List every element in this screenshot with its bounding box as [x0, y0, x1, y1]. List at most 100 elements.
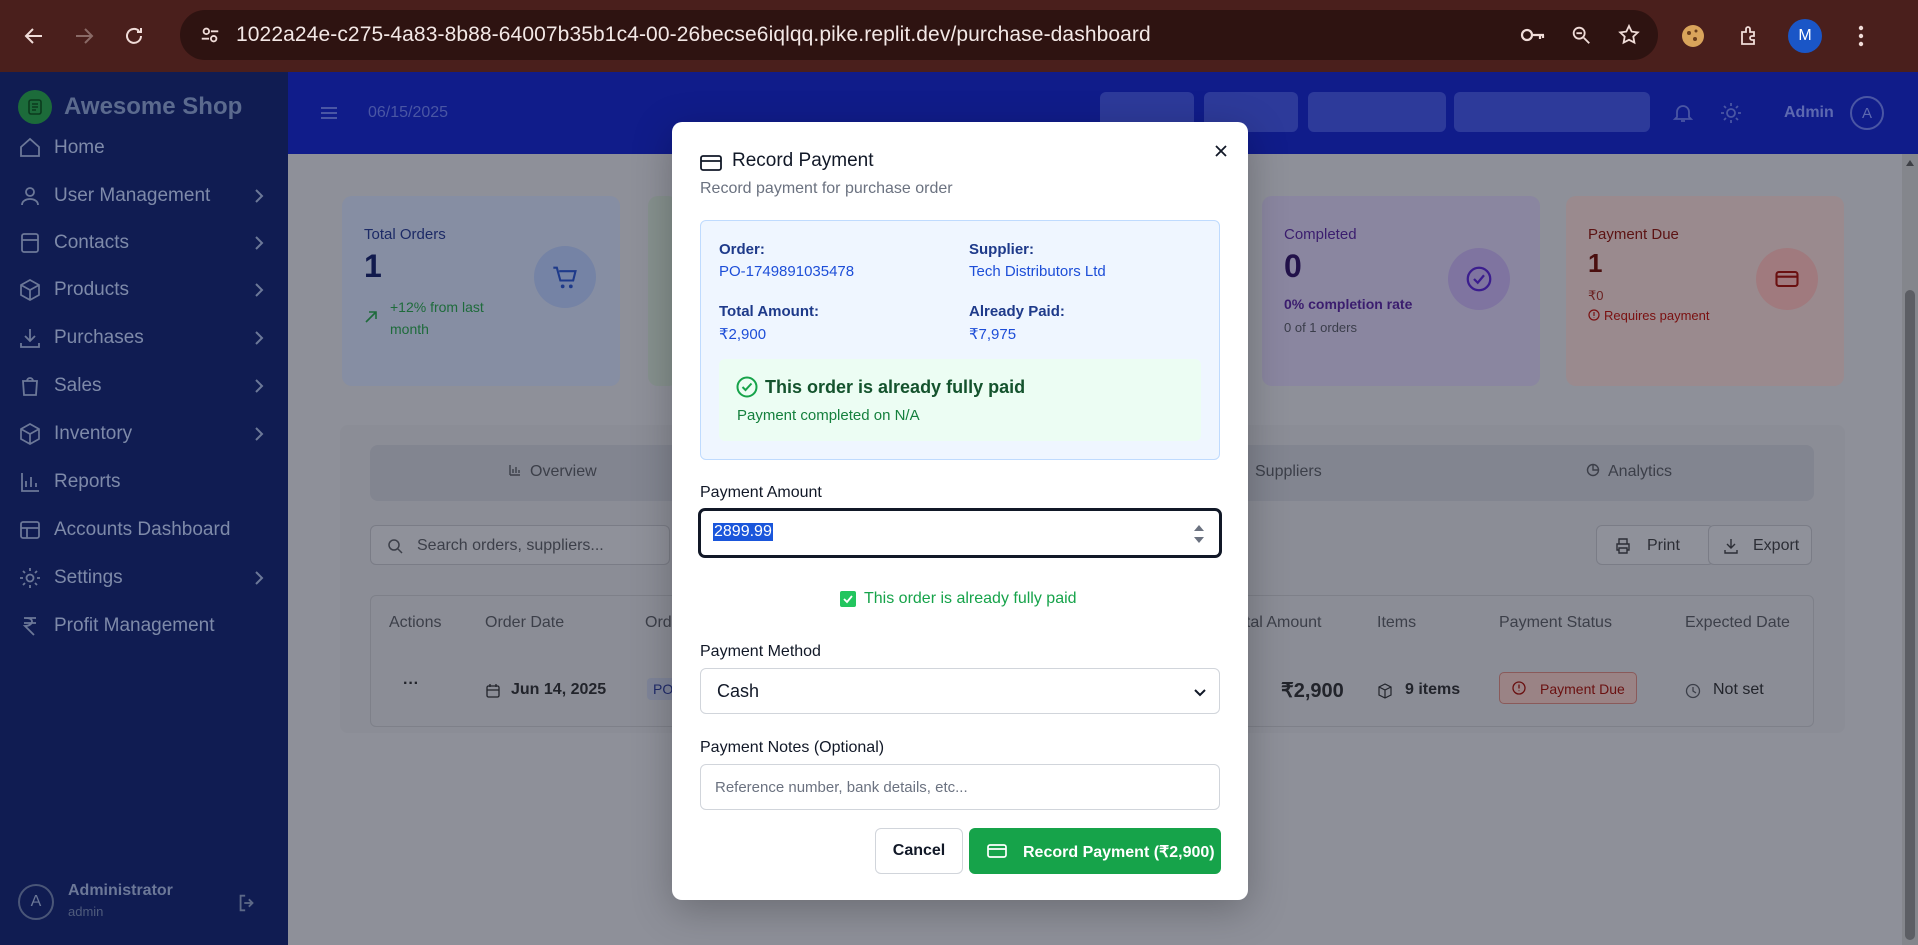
- sidebar-item-profit-management[interactable]: Profit Management: [0, 602, 288, 650]
- forward-arrow-icon: [76, 28, 94, 44]
- brand[interactable]: Awesome Shop: [18, 90, 242, 124]
- bell-icon[interactable]: [1672, 102, 1694, 124]
- alert-icon: [1588, 309, 1600, 321]
- already-paid-value: ₹7,975: [969, 326, 1017, 343]
- chevron-right-icon: [255, 236, 264, 250]
- package-icon: [1378, 683, 1392, 699]
- scrollbar-thumb[interactable]: [1905, 290, 1915, 940]
- payment-notes-input[interactable]: [700, 764, 1220, 810]
- header-button-3[interactable]: [1308, 92, 1446, 132]
- sidebar-item-contacts[interactable]: Contacts: [0, 219, 288, 267]
- reload-button[interactable]: [116, 18, 152, 54]
- alert-icon: [1512, 681, 1526, 695]
- tab-label: Overview: [530, 463, 597, 480]
- payment-completed-text: Payment completed on N/A: [737, 407, 920, 424]
- search-placeholder: Search orders, suppliers...: [417, 537, 604, 554]
- print-label: Print: [1647, 537, 1680, 554]
- user-icon: [21, 187, 39, 206]
- sidebar-item-reports[interactable]: Reports: [0, 458, 288, 506]
- tab-analytics[interactable]: Analytics: [1586, 463, 1672, 481]
- admin-avatar[interactable]: A: [1850, 96, 1884, 130]
- cookie-extension-icon[interactable]: [1676, 19, 1710, 53]
- row-actions-button[interactable]: ···: [403, 675, 419, 693]
- key-icon[interactable]: [1516, 18, 1550, 52]
- card-completed: Completed 0 0% completion rate 0 of 1 or…: [1262, 196, 1540, 386]
- sidebar-item-label: Products: [54, 279, 129, 300]
- payment-method-select[interactable]: Cash: [700, 668, 1220, 714]
- site-info-icon[interactable]: [188, 13, 232, 57]
- card-title: Total Orders: [364, 226, 446, 243]
- column-header: Payment Status: [1499, 614, 1612, 631]
- sidebar-item-settings[interactable]: Settings: [0, 554, 288, 602]
- column-header: Ord: [645, 614, 672, 631]
- sidebar-item-products[interactable]: Products: [0, 266, 288, 314]
- tab-label: Suppliers: [1255, 463, 1322, 480]
- back-button[interactable]: [16, 18, 52, 54]
- payment-amount-input[interactable]: 2899.99: [698, 508, 1222, 558]
- extensions-icon[interactable]: [1732, 19, 1766, 53]
- close-button[interactable]: [1210, 140, 1232, 162]
- page-scrollbar[interactable]: [1902, 154, 1918, 945]
- tab-label: Analytics: [1608, 463, 1673, 480]
- payment-method-value: Cash: [717, 681, 760, 701]
- admin-label[interactable]: Admin: [1784, 104, 1834, 122]
- payment-amount-value[interactable]: 2899.99: [713, 523, 773, 541]
- sidebar-item-label: Purchases: [54, 327, 144, 348]
- header-button-4[interactable]: [1454, 92, 1650, 132]
- close-icon: [1215, 145, 1227, 157]
- record-payment-button[interactable]: Record Payment (₹2,900): [969, 828, 1221, 874]
- address-bar[interactable]: 1022a24e-c275-4a83-8b88-64007b35b1c4-00-…: [180, 10, 1658, 60]
- bag-icon: [22, 377, 38, 396]
- bookmark-star-icon[interactable]: [1612, 18, 1646, 52]
- print-button[interactable]: Print: [1596, 525, 1714, 565]
- sidebar-item-sales[interactable]: Sales: [0, 362, 288, 410]
- sidebar-item-accounts-dashboard[interactable]: Accounts Dashboard: [0, 506, 288, 554]
- sidebar-item-inventory[interactable]: Inventory: [0, 410, 288, 458]
- card-value: 1: [1588, 248, 1603, 278]
- card-value: 1: [364, 248, 382, 284]
- tab-overview[interactable]: Overview: [508, 463, 597, 481]
- payment-amount-label: Payment Amount: [700, 484, 822, 501]
- sidebar-item-label: Home: [54, 137, 105, 158]
- pie-chart-icon: [1586, 463, 1600, 477]
- sidebar-item-user-management[interactable]: User Management: [0, 172, 288, 220]
- cancel-button[interactable]: Cancel: [875, 828, 963, 874]
- orders-search[interactable]: Search orders, suppliers...: [370, 525, 670, 565]
- sun-icon[interactable]: [1720, 102, 1742, 124]
- tab-suppliers[interactable]: Suppliers: [1255, 463, 1322, 481]
- home-icon: [20, 137, 40, 157]
- chevron-right-icon: [255, 189, 264, 203]
- bar-chart-icon: [509, 465, 520, 476]
- sidebar-item-label: Contacts: [54, 232, 129, 253]
- export-button[interactable]: Export: [1708, 525, 1812, 565]
- url-text[interactable]: 1022a24e-c275-4a83-8b88-64007b35b1c4-00-…: [236, 23, 1151, 47]
- credit-card-icon: [700, 155, 722, 171]
- browser-menu-icon[interactable]: [1844, 19, 1878, 53]
- sidebar-item-label: Settings: [54, 567, 123, 588]
- number-spinner-icon[interactable]: [1193, 523, 1205, 545]
- card-sub2: Requires payment: [1604, 308, 1710, 323]
- logout-icon[interactable]: [236, 892, 258, 914]
- brand-name: Awesome Shop: [64, 93, 243, 120]
- menu-icon[interactable]: [318, 102, 340, 124]
- scroll-up-icon[interactable]: [1905, 158, 1915, 168]
- sidebar-item-label: Accounts Dashboard: [54, 519, 231, 540]
- fully-paid-notice: This order is already fully paid Payment…: [719, 359, 1201, 441]
- sidebar: Awesome Shop Home User Management Contacts…: [0, 72, 288, 945]
- trend-up-icon: [365, 311, 377, 323]
- total-amount-value: ₹2,900: [719, 326, 767, 343]
- printer-icon: [1616, 538, 1630, 554]
- sidebar-item-home[interactable]: Home: [0, 124, 288, 172]
- order-items: 9 items: [1405, 681, 1461, 698]
- zoom-icon[interactable]: [1564, 18, 1598, 52]
- forward-button[interactable]: [66, 18, 102, 54]
- sidebar-item-label: Reports: [54, 471, 121, 492]
- shop-logo-icon: [18, 90, 52, 124]
- export-label: Export: [1753, 537, 1800, 554]
- download-icon: [1724, 539, 1738, 554]
- sidebar-item-purchases[interactable]: Purchases: [0, 314, 288, 362]
- profile-avatar[interactable]: M: [1788, 19, 1822, 53]
- search-icon: [388, 539, 403, 554]
- chevron-right-icon: [255, 331, 264, 345]
- card-value: 0: [1284, 248, 1302, 284]
